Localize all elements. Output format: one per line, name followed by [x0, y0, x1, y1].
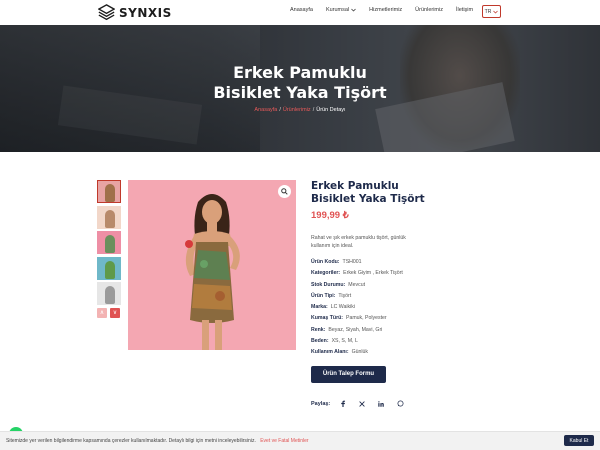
spec-row: Kategoriler: Erkek Giyim , Erkek Tişört — [311, 268, 511, 279]
site-header: SYNXIS Anasayfa Kurumsal Hizmetlerimiz Ü… — [0, 0, 600, 25]
thumbnail-3[interactable] — [97, 231, 121, 254]
language-label: TR — [484, 8, 492, 15]
cookie-message: Sitemizde yer verilen bilgilendirme kaps… — [6, 438, 256, 444]
share-bar: Paylaş: — [311, 398, 511, 410]
chevron-down-icon — [351, 8, 356, 12]
thumbnail-figure — [105, 260, 115, 279]
spec-row: Beden: XS, S, M, L — [311, 336, 511, 347]
spec-key: Kategoriler: — [311, 270, 341, 277]
x-icon[interactable] — [356, 398, 368, 410]
nav-label: Anasayfa — [290, 7, 313, 13]
thumbnail-1[interactable] — [97, 180, 121, 203]
page-title: Erkek Pamuklu Bisiklet Yaka Tişört — [0, 63, 600, 103]
spec-key: Kullanım Alanı: — [311, 349, 349, 356]
product-specs: Ürün Kodu: TSH001 Kategoriler: Erkek Giyim… — [311, 257, 511, 359]
spec-key: Beden: — [311, 338, 329, 345]
nav-label: Kurumsal — [325, 7, 350, 13]
cookie-policy-link[interactable]: Evet ve Fatal Metinler — [260, 438, 308, 444]
spec-key: Ürün Tipi: — [311, 292, 336, 299]
nav-item-kurumsal[interactable]: Kurumsal — [326, 7, 356, 13]
thumbnail-figure — [105, 184, 115, 202]
thumbnail-figure — [105, 235, 115, 253]
logo-icon — [98, 4, 115, 21]
spec-key: Marka: — [311, 304, 328, 311]
spec-row: Kullanım Alanı: Günlük — [311, 347, 511, 358]
language-select[interactable]: TR — [482, 5, 501, 18]
facebook-icon[interactable] — [337, 398, 349, 410]
product-main-image[interactable] — [128, 180, 296, 350]
spec-key: Stok Durumu: — [311, 281, 346, 288]
nav-label: Ürünlerimiz — [415, 7, 443, 13]
product-description: Rahat ve şık erkek pamuklu tişört, günlü… — [311, 235, 406, 249]
spec-value: LC Waikiki — [330, 304, 356, 311]
nav-label: Hizmetlerimiz — [369, 7, 403, 13]
share-label: Paylaş: — [311, 400, 331, 407]
nav-label: İletişim — [455, 7, 474, 13]
spec-value: Pamuk, Polyester — [346, 315, 387, 322]
nav-item-iletisim[interactable]: İletişim — [456, 7, 473, 13]
cookie-accept-button[interactable]: Kabul Et — [564, 435, 594, 446]
whatsapp-icon[interactable] — [394, 398, 406, 410]
breadcrumb-separator: / — [279, 107, 281, 113]
thumbnail-5[interactable] — [97, 282, 121, 305]
page-title-line: Erkek Pamuklu — [233, 63, 367, 82]
spec-row: Marka: LC Waikiki — [311, 302, 511, 313]
thumbnail-4[interactable] — [97, 256, 121, 280]
search-icon — [281, 188, 288, 195]
cookie-banner: Sitemizde yer verilen bilgilendirme kaps… — [0, 431, 600, 450]
page-hero: Erkek Pamuklu Bisiklet Yaka Tişört Anasa… — [0, 25, 600, 152]
spec-row: Kumaş Türü: Pamuk, Polyester — [311, 313, 511, 324]
brand-name: SYNXIS — [119, 5, 172, 20]
spec-row: Ürün Tipi: Tişört — [311, 291, 511, 302]
breadcrumb-products[interactable]: Ürünlerimiz — [283, 107, 311, 113]
nav-item-anasayfa[interactable]: Anasayfa — [290, 7, 313, 13]
product-info: Erkek Pamuklu Bisiklet Yaka Tişört 199,9… — [311, 180, 511, 410]
thumbnail-up-button[interactable]: ∧ — [97, 307, 107, 318]
breadcrumb-home[interactable]: Anasayfa — [254, 107, 277, 113]
spec-key: Ürün Kodu: — [311, 259, 340, 265]
nav-item-urunlerimiz[interactable]: Ürünlerimiz — [415, 7, 443, 13]
thumbnail-list: ∧ ∨ — [97, 180, 121, 318]
chevron-down-icon — [493, 10, 499, 14]
spec-value: Beyaz, Siyah, Mavi, Gri — [328, 326, 383, 333]
thumbnail-figure — [105, 209, 115, 228]
nav-item-hizmetlerimiz[interactable]: Hizmetlerimiz — [369, 7, 402, 13]
product-price: 199,99 ₺ — [311, 210, 349, 221]
site-logo[interactable]: SYNXIS — [98, 4, 172, 21]
cookie-text-wrap: Sitemizde yer verilen bilgilendirme kaps… — [6, 438, 309, 444]
thumbnail-down-button[interactable]: ∨ — [110, 307, 120, 318]
breadcrumb-separator: / — [312, 107, 315, 113]
spec-value: Mevcut — [348, 281, 366, 288]
spec-value: Günlük — [351, 349, 369, 356]
spec-value: Tişört — [338, 292, 352, 299]
request-form-button[interactable]: Ürün Talep Formu — [311, 365, 386, 383]
product-title: Erkek Pamuklu Bisiklet Yaka Tişört — [311, 180, 511, 206]
spec-row: Stok Durumu: Mevcut — [311, 280, 511, 291]
spec-row: Renk: Beyaz, Siyah, Mavi, Gri — [311, 325, 511, 336]
zoom-button[interactable] — [278, 185, 291, 198]
spec-value: TSH001 — [342, 259, 362, 265]
thumbnail-nav: ∧ ∨ — [97, 307, 121, 318]
linkedin-icon[interactable] — [375, 398, 387, 410]
main-nav: Anasayfa Kurumsal Hizmetlerimiz Ürünleri… — [290, 7, 486, 13]
product-title-line: Bisiklet Yaka Tişört — [311, 193, 425, 205]
product-title-line: Erkek Pamuklu — [311, 180, 399, 192]
spec-row: Ürün Kodu: TSH001 — [311, 257, 511, 268]
breadcrumb: Anasayfa / Ürünlerimiz / Ürün Detayı — [0, 107, 600, 113]
spec-key: Renk: — [311, 326, 326, 333]
thumbnail-figure — [105, 286, 115, 304]
spec-value[interactable]: Erkek Giyim , Erkek Tişört — [343, 270, 403, 276]
spec-key: Kumaş Türü: — [311, 315, 343, 322]
thumbnail-2[interactable] — [97, 205, 121, 229]
breadcrumb-current: Ürün Detayı — [316, 107, 346, 113]
page-title-line: Bisiklet Yaka Tişört — [213, 83, 387, 102]
spec-value: XS, S, M, L — [331, 338, 358, 345]
product-photo — [128, 180, 296, 350]
